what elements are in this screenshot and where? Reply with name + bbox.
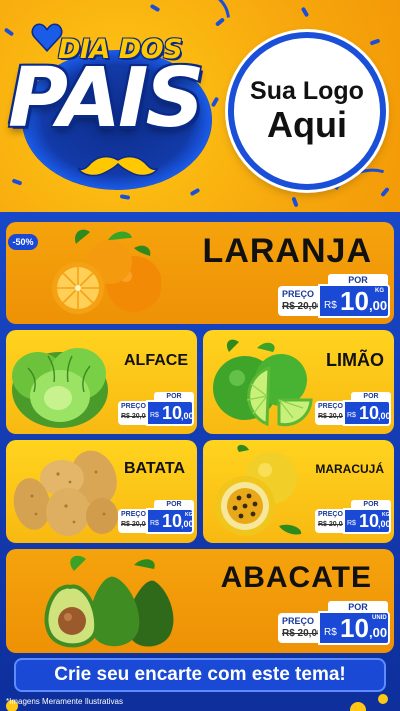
currency-symbol: R$ (347, 520, 356, 527)
old-price-box: PREÇO R$ 20,00 (118, 401, 149, 425)
logo-text-line1: Sua Logo (250, 77, 364, 106)
price-decimal: ,00 (181, 411, 194, 421)
old-price-label: PREÇO (282, 289, 315, 299)
price-unit: KG (375, 288, 384, 294)
price-integer: 10 (359, 403, 380, 423)
new-price-box: R$ 10 ,00 KG (343, 508, 391, 534)
old-price-label: PREÇO (318, 511, 343, 518)
price-integer: 10 (162, 403, 183, 423)
product-card-limao: LIMÃO POR PREÇO R$ 20,00 R$ 10 ,00 (203, 330, 394, 434)
currency-symbol: R$ (347, 412, 356, 419)
product-card-laranja: LARANJA POR PREÇO R$ 20,00 R$ 10 ,00 KG (6, 222, 394, 324)
product-name: ALFACE (124, 352, 188, 369)
product-card-alface: ALFACE POR PREÇO R$ 20,00 R$ 10 ,00 (6, 330, 197, 434)
product-name: ABACATE (220, 561, 372, 594)
new-price-box: R$ 10 ,00 (146, 400, 194, 426)
currency-symbol: R$ (324, 627, 337, 638)
product-card-abacate: ABACATE POR PREÇO R$ 20,00 R$ 10 ,00 UNI… (6, 549, 394, 653)
old-price-box: PREÇO R$ 20,00 (278, 286, 323, 316)
passion-fruit-icon (215, 444, 302, 536)
confetti-piece (210, 96, 220, 108)
confetti-piece (189, 187, 201, 197)
product-name: MARACUJÁ (315, 462, 384, 476)
old-price-label: PREÇO (121, 511, 146, 518)
old-price-label: PREÇO (318, 403, 343, 410)
header-banner: DIA DOS PAIS Sua Logo Aqui (0, 0, 400, 212)
new-price-box: R$ 10 ,00 (343, 400, 391, 426)
old-price-box: PREÇO R$ 20,00 (315, 509, 346, 533)
price-unit: KG (185, 512, 193, 518)
old-price-value: R$ 20,00 (282, 301, 323, 312)
logo-placeholder: Sua Logo Aqui (228, 32, 386, 190)
cta-banner[interactable]: Crie seu encarte com este tema! (14, 658, 386, 692)
price-decimal: ,00 (378, 411, 391, 421)
price-integer: 10 (340, 286, 369, 316)
confetti-piece (3, 27, 15, 37)
price-unit: KG (382, 512, 390, 518)
price-tag: POR PREÇO R$ 20,00 R$ 10 ,00 KG (118, 500, 194, 536)
old-price-box: PREÇO R$ 20,00 (118, 509, 149, 533)
price-decimal: ,00 (369, 298, 388, 313)
lime-icon (213, 339, 313, 427)
price-decimal: ,00 (378, 519, 391, 529)
price-integer: 10 (162, 511, 183, 531)
disclaimer-text: *Imagens Meramente Ilustrativas (6, 697, 123, 706)
price-tag: POR PREÇO R$ 20,00 R$ 10 ,00 KG (315, 500, 391, 536)
old-price-value: R$ 20,00 (282, 628, 323, 639)
confetti-piece (369, 38, 381, 46)
price-integer: 10 (359, 511, 380, 531)
currency-symbol: R$ (150, 412, 159, 419)
decor-dot (350, 702, 366, 711)
price-tag: POR PREÇO R$ 20,00 R$ 10 ,00 KG (278, 274, 390, 320)
price-tag: POR PREÇO R$ 20,00 R$ 10 ,00 UNID (278, 601, 390, 647)
product-card-batata: BATATA POR PREÇO R$ 20,00 R$ 10 ,00 KG (6, 440, 197, 543)
title-pais: PAIS (8, 51, 205, 146)
product-name: LIMÃO (326, 350, 384, 370)
new-price-box: R$ 10 ,00 KG (318, 284, 390, 318)
price-unit: UNID (372, 615, 387, 621)
price-tag: POR PREÇO R$ 20,00 R$ 10 ,00 (118, 392, 194, 428)
old-price-label: PREÇO (282, 616, 315, 626)
decor-dot (378, 694, 388, 704)
product-card-maracuja: MARACUJÁ POR PREÇO R$ 20,00 R$ 10 ,00 KG (203, 440, 394, 543)
old-price-box: PREÇO R$ 20,00 (315, 401, 346, 425)
confetti-piece (291, 196, 299, 208)
price-integer: 10 (340, 613, 369, 643)
currency-symbol: R$ (150, 520, 159, 527)
old-price-box: PREÇO R$ 20,00 (278, 613, 323, 643)
discount-badge: -50% (8, 234, 38, 250)
confetti-piece (300, 6, 310, 18)
confetti-piece (119, 194, 131, 200)
potato-icon (13, 450, 118, 536)
confetti-piece (149, 3, 161, 13)
confetti-piece (11, 178, 23, 186)
new-price-box: R$ 10 ,00 KG (146, 508, 194, 534)
price-tag: POR PREÇO R$ 20,00 R$ 10 ,00 (315, 392, 391, 428)
old-price-label: PREÇO (121, 403, 146, 410)
orange-fruit-icon (52, 229, 161, 314)
price-decimal: ,00 (369, 625, 388, 640)
currency-symbol: R$ (324, 300, 337, 311)
price-decimal: ,00 (181, 519, 194, 529)
product-name: BATATA (124, 460, 186, 477)
mustache-icon (78, 155, 158, 177)
lettuce-icon (12, 348, 108, 428)
new-price-box: R$ 10 ,00 UNID (318, 611, 390, 645)
logo-text-line2: Aqui (267, 103, 347, 145)
product-name: LARANJA (202, 232, 372, 270)
flyer-page: DIA DOS PAIS Sua Logo Aqui LARANJA POR P… (0, 0, 400, 711)
avocado-icon (44, 555, 174, 648)
